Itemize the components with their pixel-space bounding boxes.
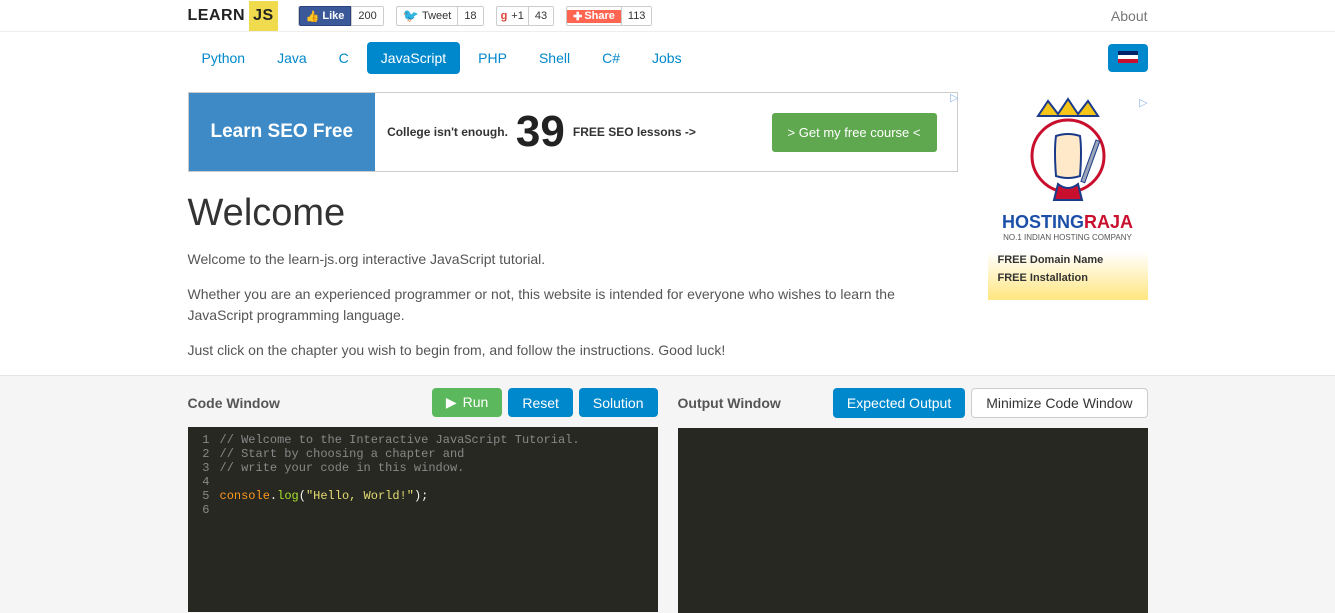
intro-paragraph: Just click on the chapter you wish to be…	[188, 340, 958, 361]
hostingraja-logo-icon	[1008, 96, 1128, 206]
output-console	[678, 428, 1148, 613]
nav-link-shell[interactable]: Shell	[525, 42, 584, 74]
reset-button[interactable]: Reset	[508, 388, 573, 417]
adchoices-icon: ▷	[1139, 96, 1147, 109]
facebook-like-count: 200	[351, 7, 382, 25]
output-window-title: Output Window	[678, 395, 781, 411]
nav-link-java[interactable]: Java	[263, 42, 321, 74]
ad-text2: FREE SEO lessons ->	[573, 125, 696, 139]
code-line: 1// Welcome to the Interactive JavaScrip…	[188, 433, 658, 447]
twitter-icon: 🐦	[403, 8, 419, 24]
nav-link-jobs[interactable]: Jobs	[638, 42, 696, 74]
intro-paragraph: Whether you are an experienced programme…	[188, 284, 958, 326]
nav-link-csharp[interactable]: C#	[588, 42, 634, 74]
logo-text-lang: JS	[249, 1, 278, 31]
ad-banner-top[interactable]: ▷ Learn SEO Free College isn't enough. 3…	[188, 92, 958, 172]
nav-link-php[interactable]: PHP	[464, 42, 521, 74]
code-line: 2// Start by choosing a chapter and	[188, 447, 658, 461]
language-selector[interactable]	[1108, 44, 1148, 72]
nav-link-python[interactable]: Python	[188, 42, 260, 74]
play-icon: ▶	[446, 394, 457, 411]
gplus-icon: g	[497, 10, 512, 22]
share-button[interactable]: ✚Share 113	[566, 6, 652, 26]
gplus-count: 43	[528, 7, 553, 25]
uk-flag-icon	[1118, 51, 1138, 63]
code-editor[interactable]: 1// Welcome to the Interactive JavaScrip…	[188, 427, 658, 612]
ad-headline: Learn SEO Free	[189, 93, 376, 171]
code-line: 3// write your code in this window.	[188, 461, 658, 475]
solution-button[interactable]: Solution	[579, 388, 658, 417]
run-button[interactable]: ▶Run	[432, 388, 502, 417]
nav-link-javascript[interactable]: JavaScript	[367, 42, 460, 74]
top-bar: LEARN JS 👍Like 200 🐦Tweet 18 g+1 43 ✚Sha…	[0, 0, 1335, 32]
ad-feature: FREE Installation	[998, 270, 1138, 288]
intro-paragraph: Welcome to the learn-js.org interactive …	[188, 249, 958, 270]
ad-cta-button[interactable]: > Get my free course <	[772, 113, 937, 152]
ad-text: College isn't enough.	[387, 125, 508, 139]
code-line: 5console.log("Hello, World!");	[188, 489, 658, 503]
site-logo[interactable]: LEARN JS	[188, 1, 278, 31]
google-plus-button[interactable]: g+1 43	[496, 6, 555, 26]
share-count: 113	[621, 7, 652, 25]
minimize-button[interactable]: Minimize Code Window	[971, 388, 1147, 418]
code-line: 4	[188, 475, 658, 489]
language-nav: PythonJavaCJavaScriptPHPShellC#Jobs	[168, 32, 1168, 74]
logo-text-learn: LEARN	[188, 7, 246, 25]
code-window-title: Code Window	[188, 395, 280, 411]
tweet-button[interactable]: 🐦Tweet 18	[396, 6, 484, 26]
code-line: 6	[188, 503, 658, 517]
thumbs-up-icon: 👍	[306, 10, 320, 23]
expected-output-button[interactable]: Expected Output	[833, 388, 965, 418]
tweet-count: 18	[457, 7, 482, 25]
ad-feature: FREE Domain Name	[998, 252, 1138, 270]
ad-subtitle: NO.1 INDIAN HOSTING COMPANY	[988, 233, 1148, 242]
facebook-like-button[interactable]: 👍Like 200	[298, 6, 384, 26]
share-icon: ✚	[573, 10, 582, 23]
about-link[interactable]: About	[1111, 8, 1148, 24]
ad-sidebar[interactable]: ▷ HOSTINGRAJA NO.1 INDIAN HOSTING COMPAN…	[988, 96, 1148, 371]
code-playground: Code Window ▶Run Reset Solution 1// Welc…	[0, 375, 1335, 613]
adchoices-icon: ▷	[950, 91, 958, 104]
nav-link-c[interactable]: C	[325, 42, 363, 74]
page-title: Welcome	[188, 192, 958, 235]
ad-number: 39	[516, 107, 565, 157]
